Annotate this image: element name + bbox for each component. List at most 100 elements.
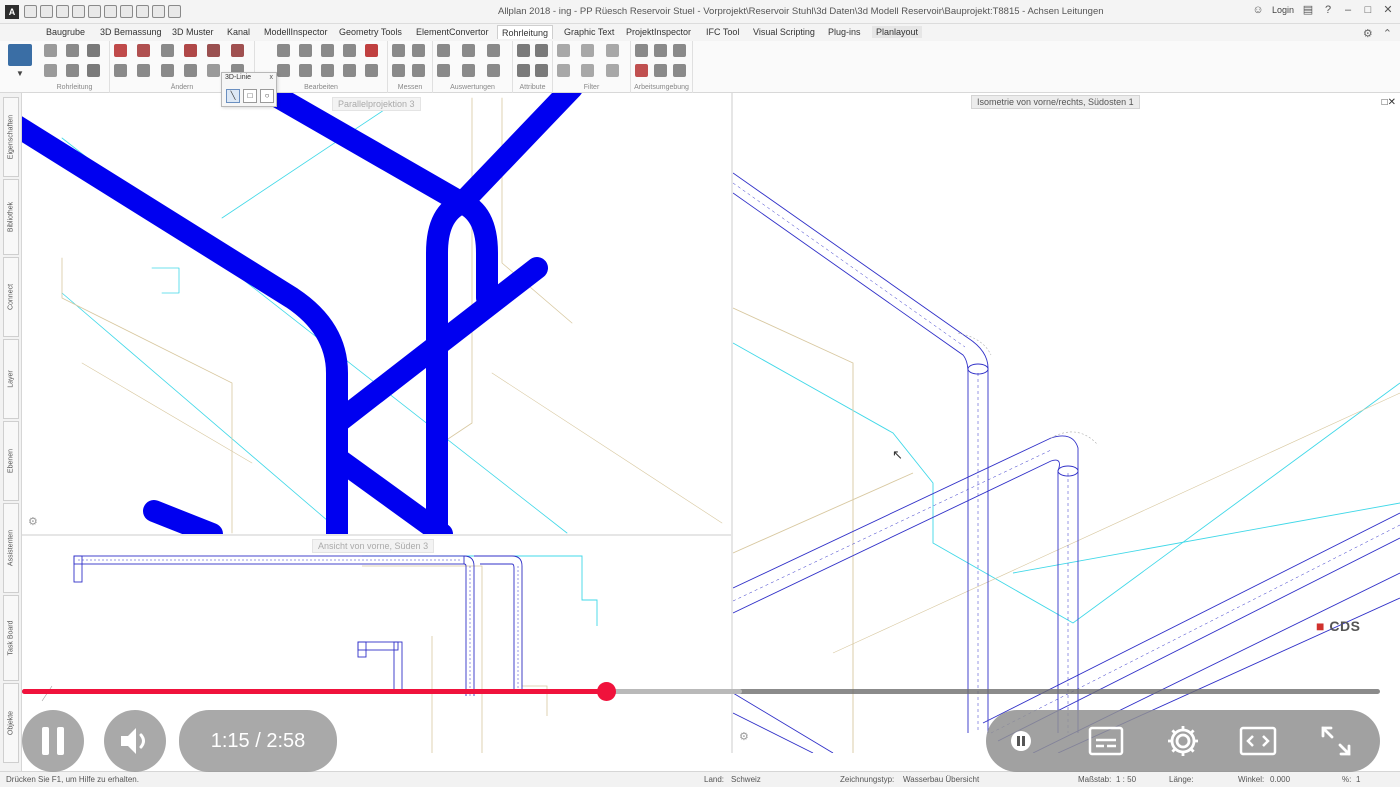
volume-button[interactable] <box>104 710 166 772</box>
modify-icon[interactable] <box>230 44 244 57</box>
allplan-app-icon[interactable]: A <box>5 5 19 19</box>
tools-icon[interactable] <box>152 5 165 18</box>
report-icon[interactable] <box>487 64 500 77</box>
tab-ifc-tool[interactable]: IFC Tool <box>706 27 739 37</box>
video-progress-bar[interactable] <box>22 682 1380 701</box>
filter-icon[interactable] <box>581 64 595 77</box>
edit-tool-icon[interactable] <box>277 44 290 57</box>
redo-icon[interactable] <box>104 5 117 18</box>
filter-icon[interactable] <box>557 64 570 77</box>
minimize-icon[interactable]: – <box>1342 4 1354 16</box>
modify-icon[interactable] <box>114 44 127 57</box>
workspace-icon[interactable] <box>654 44 667 57</box>
video-scrubber-handle[interactable] <box>596 682 616 701</box>
modify-icon[interactable] <box>207 44 221 57</box>
attribute-icon[interactable] <box>517 64 530 77</box>
sidebar-tab-assistenten[interactable]: Assistenten <box>3 503 19 593</box>
login-link[interactable]: Login <box>1272 5 1294 15</box>
attribute-icon[interactable] <box>534 64 548 77</box>
tab-baugrube[interactable]: Baugrube <box>46 27 85 37</box>
sidebar-tab-ebenen[interactable]: Ebenen <box>3 421 19 501</box>
edit-tool-icon[interactable] <box>343 44 356 57</box>
modify-icon[interactable] <box>207 64 221 77</box>
tab-plug-ins[interactable]: Plug-ins <box>828 27 861 37</box>
measure-icon[interactable] <box>412 64 425 77</box>
open-file-icon[interactable] <box>40 5 53 18</box>
pipe-tool-icon[interactable] <box>87 64 101 77</box>
sidebar-tab-bibliothek[interactable]: Bibliothek <box>3 179 19 255</box>
edit-icon[interactable] <box>72 5 85 18</box>
undo-icon[interactable] <box>88 5 101 18</box>
viewport-settings-icon[interactable]: ⚙ <box>28 515 38 528</box>
line-tool-icon[interactable]: ╲ <box>226 89 240 103</box>
zoom-icon[interactable] <box>120 5 133 18</box>
sidebar-tab-connect[interactable]: Connect <box>3 257 19 337</box>
play-pause-button[interactable] <box>22 710 84 772</box>
theater-mode-button[interactable] <box>1238 723 1278 759</box>
sidebar-tab-eigenschaften[interactable]: Eigenschaften <box>3 97 19 177</box>
popup-close-icon[interactable]: x <box>270 74 274 81</box>
status-massstab-value[interactable]: 1 : 50 <box>1116 775 1136 784</box>
modify-icon[interactable] <box>137 44 151 57</box>
arc-tool-icon[interactable]: ○ <box>260 89 274 103</box>
sidebar-tab-layer[interactable]: Layer <box>3 339 19 419</box>
help-icon[interactable]: ? <box>1322 4 1334 16</box>
modify-icon[interactable] <box>183 64 197 77</box>
sidebar-tab-objekte[interactable]: Objekte <box>3 683 19 763</box>
ribbon-settings-icon[interactable]: ⚙ <box>1363 27 1373 40</box>
tab-modellinspector[interactable]: ModellInspector <box>264 27 328 37</box>
filter-icon[interactable] <box>557 44 570 57</box>
workspace-icon[interactable] <box>673 64 686 77</box>
customize-icon[interactable] <box>168 5 181 18</box>
application-menu-button[interactable] <box>8 44 32 66</box>
polyline-tool-icon[interactable]: □ <box>243 89 257 103</box>
workspace-icon[interactable] <box>673 44 686 57</box>
modify-icon[interactable] <box>183 44 197 57</box>
modify-icon[interactable] <box>137 64 151 77</box>
status-zeichnungstyp-value[interactable]: Wasserbau Übersicht <box>903 775 979 784</box>
tab-projektinspector[interactable]: ProjektInspector <box>626 27 691 37</box>
edit-tool-icon[interactable] <box>321 44 334 57</box>
viewport-divider-vertical[interactable] <box>731 93 733 753</box>
tab-elementconvertor[interactable]: ElementConvertor <box>416 27 489 37</box>
tab-3d-bemassung[interactable]: 3D Bemassung <box>100 27 162 37</box>
pipe-tool-icon[interactable] <box>44 44 57 57</box>
edit-tool-icon[interactable] <box>343 64 356 77</box>
filter-icon[interactable] <box>605 64 619 77</box>
tab-kanal[interactable]: Kanal <box>227 27 250 37</box>
tab-geometry-tools[interactable]: Geometry Tools <box>339 27 402 37</box>
report-icon[interactable] <box>487 44 500 57</box>
report-icon[interactable] <box>437 44 450 57</box>
report-icon[interactable] <box>437 64 450 77</box>
viewport-settings-icon[interactable]: ⚙ <box>739 730 749 743</box>
edit-tool-icon[interactable] <box>321 64 334 77</box>
filter-icon[interactable] <box>581 44 595 57</box>
measure-icon[interactable] <box>392 44 405 57</box>
status-winkel-value[interactable]: 0.000 <box>1270 775 1290 784</box>
tab-graphic-text[interactable]: Graphic Text <box>564 27 614 37</box>
status-percent-value[interactable]: 1 <box>1356 775 1360 784</box>
pipe-tool-icon[interactable] <box>87 44 101 57</box>
delete-icon[interactable] <box>365 44 378 57</box>
pipe-tool-icon[interactable] <box>65 44 79 57</box>
modify-icon[interactable] <box>160 64 174 77</box>
chevron-down-icon[interactable]: ▼ <box>16 69 24 78</box>
attribute-icon[interactable] <box>534 44 548 57</box>
pipe-tool-icon[interactable] <box>44 64 57 77</box>
viewport-window-controls[interactable]: □✕ <box>1382 97 1396 108</box>
edit-tool-icon[interactable] <box>277 64 290 77</box>
maximize-icon[interactable]: □ <box>1362 4 1374 16</box>
modify-icon[interactable] <box>160 44 174 57</box>
cart-icon[interactable]: ▤ <box>1302 4 1314 16</box>
ribbon-collapse-icon[interactable]: ⌃ <box>1383 27 1392 40</box>
close-icon[interactable]: ✕ <box>1382 4 1394 16</box>
edit-tool-icon[interactable] <box>299 44 312 57</box>
tab-rohrleitung[interactable]: Rohrleitung <box>497 25 554 39</box>
workspace-icon[interactable] <box>635 64 648 77</box>
new-file-icon[interactable] <box>24 5 37 18</box>
tab-3d-muster[interactable]: 3D Muster <box>172 27 214 37</box>
filter-icon[interactable] <box>605 44 619 57</box>
fullscreen-button[interactable] <box>1316 723 1356 759</box>
modify-icon[interactable] <box>114 64 127 77</box>
measure-icon[interactable] <box>412 44 425 57</box>
